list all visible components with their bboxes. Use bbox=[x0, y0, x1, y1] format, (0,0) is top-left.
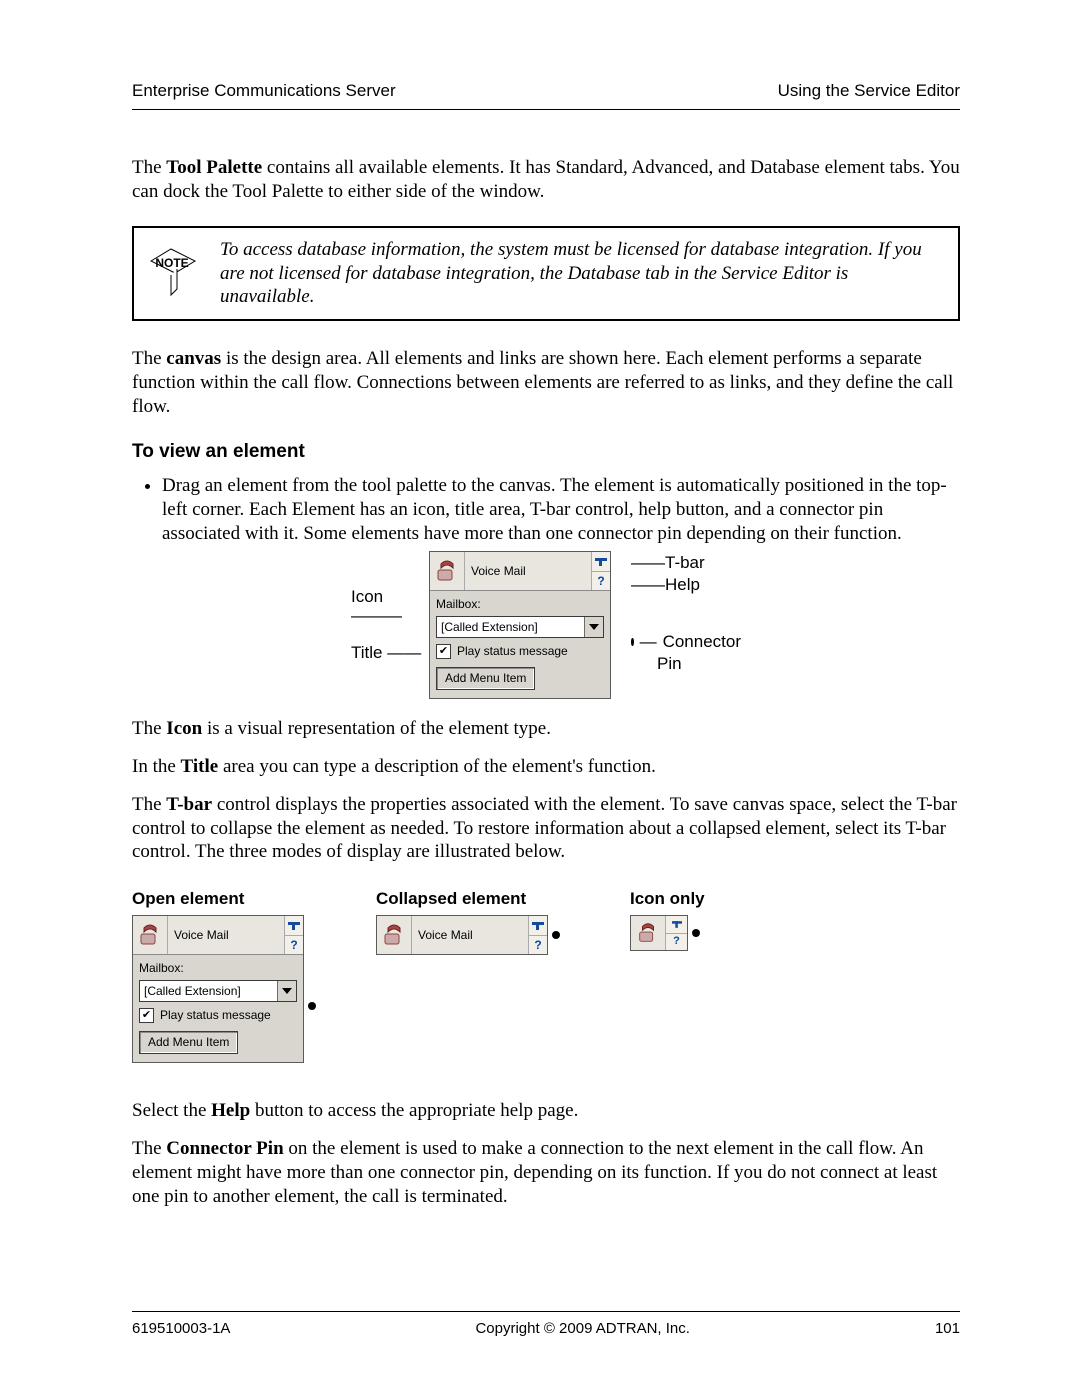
display-modes-row: Open element Voice Mail ? Mailb bbox=[132, 888, 960, 1063]
footer-left: 619510003-1A bbox=[132, 1320, 230, 1339]
label-connector: Connector bbox=[663, 631, 741, 652]
help-button[interactable]: ? bbox=[285, 936, 303, 955]
checkbox-box[interactable]: ✔ bbox=[436, 644, 451, 659]
add-menu-item-button[interactable]: Add Menu Item bbox=[139, 1031, 238, 1054]
select-value: [Called Extension] bbox=[437, 620, 584, 635]
tbar-button[interactable] bbox=[529, 916, 547, 936]
para-title: In the Title area you can type a descrip… bbox=[132, 755, 960, 779]
connector-pin-icon bbox=[552, 931, 560, 939]
subhead-view-element: To view an element bbox=[132, 440, 960, 464]
note-icon: NOTE bbox=[144, 247, 202, 299]
mailbox-select[interactable]: [Called Extension] bbox=[139, 980, 297, 1002]
checkbox-box[interactable]: ✔ bbox=[139, 1008, 154, 1023]
element-card-collapsed: Voice Mail ? bbox=[376, 915, 548, 955]
text: button to access the appropriate help pa… bbox=[250, 1100, 578, 1121]
play-status-checkbox[interactable]: ✔ Play status message bbox=[139, 1008, 297, 1023]
label-title: Title bbox=[351, 643, 383, 662]
element-type-icon bbox=[631, 916, 666, 950]
para-tool-palette: The Tool Palette contains all available … bbox=[132, 156, 960, 204]
label-pin: Pin bbox=[657, 653, 682, 674]
element-anatomy-figure: Icon ——— Title —— Voice Mail bbox=[351, 551, 741, 699]
text: is a visual representation of the elemen… bbox=[202, 718, 551, 739]
text: The bbox=[132, 348, 166, 369]
bold-term-connector-pin: Connector Pin bbox=[166, 1138, 283, 1159]
para-connector-pin: The Connector Pin on the element is used… bbox=[132, 1137, 960, 1208]
text: area you can type a description of the e… bbox=[218, 756, 656, 777]
document-page: Enterprise Communications Server Using t… bbox=[0, 0, 1080, 1397]
mailbox-label: Mailbox: bbox=[139, 961, 297, 976]
bold-term-canvas: canvas bbox=[166, 348, 221, 369]
page-footer: 619510003-1A Copyright © 2009 ADTRAN, In… bbox=[132, 1311, 960, 1339]
header-left: Enterprise Communications Server bbox=[132, 80, 396, 101]
checkbox-label: Play status message bbox=[160, 1008, 271, 1023]
footer-center: Copyright © 2009 ADTRAN, Inc. bbox=[475, 1320, 689, 1339]
element-card-open: Voice Mail ? Mailbox: [Called Extension] bbox=[132, 915, 304, 1063]
para-help: Select the Help button to access the app… bbox=[132, 1099, 960, 1123]
label-icon: Icon bbox=[351, 587, 383, 606]
mode-collapsed: Collapsed element Voice Mail ? bbox=[376, 888, 576, 1063]
bold-term-help: Help bbox=[211, 1100, 250, 1121]
header-right: Using the Service Editor bbox=[778, 80, 960, 101]
note-callout: NOTE To access database information, the… bbox=[132, 226, 960, 321]
element-title[interactable]: Voice Mail bbox=[412, 916, 528, 954]
svg-text:NOTE: NOTE bbox=[155, 256, 188, 270]
play-status-checkbox[interactable]: ✔ Play status message bbox=[436, 644, 604, 659]
element-type-icon bbox=[430, 552, 465, 590]
element-type-icon bbox=[377, 916, 412, 954]
text: The bbox=[132, 1138, 166, 1159]
add-menu-item-button[interactable]: Add Menu Item bbox=[436, 667, 535, 690]
mode-open-title: Open element bbox=[132, 888, 322, 909]
text: Select the bbox=[132, 1100, 211, 1121]
tbar-button[interactable] bbox=[666, 916, 687, 934]
element-title[interactable]: Voice Mail bbox=[465, 552, 591, 590]
bold-term-tbar: T-bar bbox=[166, 794, 212, 815]
bold-term-tool-palette: Tool Palette bbox=[166, 157, 262, 178]
mode-icon-title: Icon only bbox=[630, 888, 740, 909]
text: In the bbox=[132, 756, 181, 777]
connector-pin-icon bbox=[631, 638, 634, 646]
tbar-button[interactable] bbox=[592, 552, 610, 572]
tbar-button[interactable] bbox=[285, 916, 303, 936]
mode-open: Open element Voice Mail ? Mailb bbox=[132, 888, 322, 1063]
select-value: [Called Extension] bbox=[140, 984, 277, 999]
checkbox-label: Play status message bbox=[457, 644, 568, 659]
element-title[interactable]: Voice Mail bbox=[168, 916, 284, 954]
chevron-down-icon[interactable] bbox=[277, 981, 296, 1001]
element-type-icon bbox=[133, 916, 168, 954]
text: control displays the properties associat… bbox=[132, 794, 957, 863]
mode-collapsed-title: Collapsed element bbox=[376, 888, 576, 909]
bold-term-title: Title bbox=[181, 756, 219, 777]
page-header: Enterprise Communications Server Using t… bbox=[132, 80, 960, 110]
help-button[interactable]: ? bbox=[529, 936, 547, 955]
mode-icon-only: Icon only ? bbox=[630, 888, 740, 1063]
help-button[interactable]: ? bbox=[666, 934, 687, 951]
connector-pin-icon bbox=[308, 1002, 316, 1010]
label-tbar: T-bar bbox=[665, 552, 705, 573]
element-card-icon-only: ? bbox=[630, 915, 688, 951]
text: The bbox=[132, 157, 166, 178]
para-canvas: The canvas is the design area. All eleme… bbox=[132, 347, 960, 418]
bullet-list: Drag an element from the tool palette to… bbox=[132, 474, 960, 545]
mailbox-select[interactable]: [Called Extension] bbox=[436, 616, 604, 638]
mailbox-label: Mailbox: bbox=[436, 597, 604, 612]
para-tbar: The T-bar control displays the propertie… bbox=[132, 793, 960, 864]
bullet-item: Drag an element from the tool palette to… bbox=[162, 474, 960, 545]
anatomy-left-labels: Icon ——— Title —— bbox=[351, 551, 429, 699]
bold-term-icon: Icon bbox=[166, 718, 202, 739]
text: The bbox=[132, 794, 166, 815]
footer-right: 101 bbox=[935, 1320, 960, 1339]
text: The bbox=[132, 718, 166, 739]
chevron-down-icon[interactable] bbox=[584, 617, 603, 637]
para-icon: The Icon is a visual representation of t… bbox=[132, 717, 960, 741]
note-text: To access database information, the syst… bbox=[220, 238, 940, 309]
text: is the design area. All elements and lin… bbox=[132, 348, 953, 417]
connector-pin-icon bbox=[692, 929, 700, 937]
label-help: Help bbox=[665, 574, 700, 595]
element-card: Voice Mail ? Mailbox: [Called Exten bbox=[429, 551, 611, 699]
help-button[interactable]: ? bbox=[592, 572, 610, 591]
anatomy-right-labels: —— T-bar —— Help — Connector Pin bbox=[625, 551, 741, 699]
